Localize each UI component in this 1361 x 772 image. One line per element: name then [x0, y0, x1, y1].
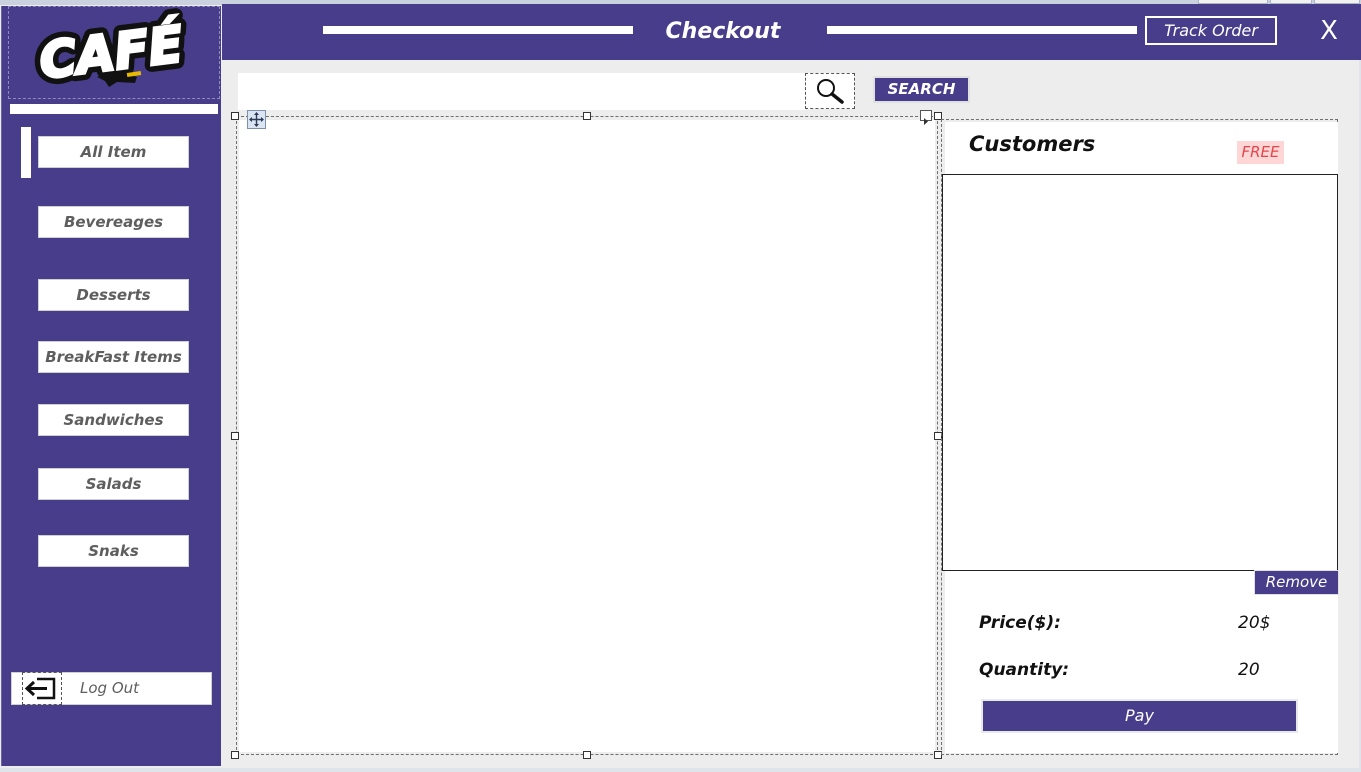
header-divider-right	[827, 26, 1137, 34]
search-icon-button[interactable]	[805, 73, 855, 109]
resize-handle-left[interactable]	[231, 432, 239, 440]
nav-snacks[interactable]: Snaks	[38, 535, 189, 567]
search-button[interactable]: SEARCH	[873, 76, 970, 103]
nav-desserts[interactable]: Desserts	[38, 279, 189, 311]
active-nav-indicator	[21, 127, 31, 178]
nav-beverages[interactable]: Bevereages	[38, 206, 189, 238]
track-order-button[interactable]: Track Order	[1145, 16, 1277, 45]
sidebar-divider	[10, 104, 218, 114]
nav-sandwiches[interactable]: Sandwiches	[38, 404, 189, 436]
price-value: 20$	[1238, 613, 1271, 633]
nav-all-item[interactable]: All Item	[38, 136, 189, 168]
cafe-logo: CAFÉ CAFÉ	[8, 6, 220, 99]
price-label: Price($):	[979, 613, 1061, 633]
resize-handle-top[interactable]	[583, 112, 591, 120]
logout-icon	[22, 672, 62, 705]
logout-button[interactable]: Log Out	[11, 672, 212, 705]
quantity-label: Quantity:	[979, 660, 1070, 680]
remove-button[interactable]: Remove	[1254, 570, 1339, 595]
resize-handle-bottom-left[interactable]	[231, 751, 239, 759]
header-divider-left	[323, 26, 633, 34]
nav-salads[interactable]: Salads	[38, 468, 189, 500]
logout-label: Log Out	[80, 679, 140, 697]
customers-title: Customers	[969, 132, 1096, 156]
nav-breakfast-items[interactable]: BreakFast Items	[38, 341, 189, 373]
sidebar: CAFÉ CAFÉ All Item Bevereages Desserts B…	[1, 6, 221, 766]
smart-tag-arrow-icon[interactable]	[920, 110, 932, 125]
quantity-value: 20	[1238, 660, 1260, 680]
close-button[interactable]: X	[1314, 14, 1344, 48]
search-icon	[817, 79, 844, 104]
items-panel[interactable]	[239, 120, 935, 752]
resize-handle-top-left[interactable]	[231, 112, 239, 120]
resize-handle-bottom[interactable]	[583, 751, 591, 759]
page-title: Checkout	[665, 19, 781, 44]
move-handle-icon[interactable]	[247, 110, 266, 129]
search-input[interactable]	[238, 73, 806, 110]
cafe-logo-icon: CAFÉ CAFÉ	[29, 7, 193, 97]
customers-list[interactable]	[942, 174, 1338, 571]
status-badge: FREE	[1237, 141, 1284, 164]
pay-button[interactable]: Pay	[981, 699, 1298, 733]
header-bar: Checkout Track Order X	[222, 4, 1361, 60]
